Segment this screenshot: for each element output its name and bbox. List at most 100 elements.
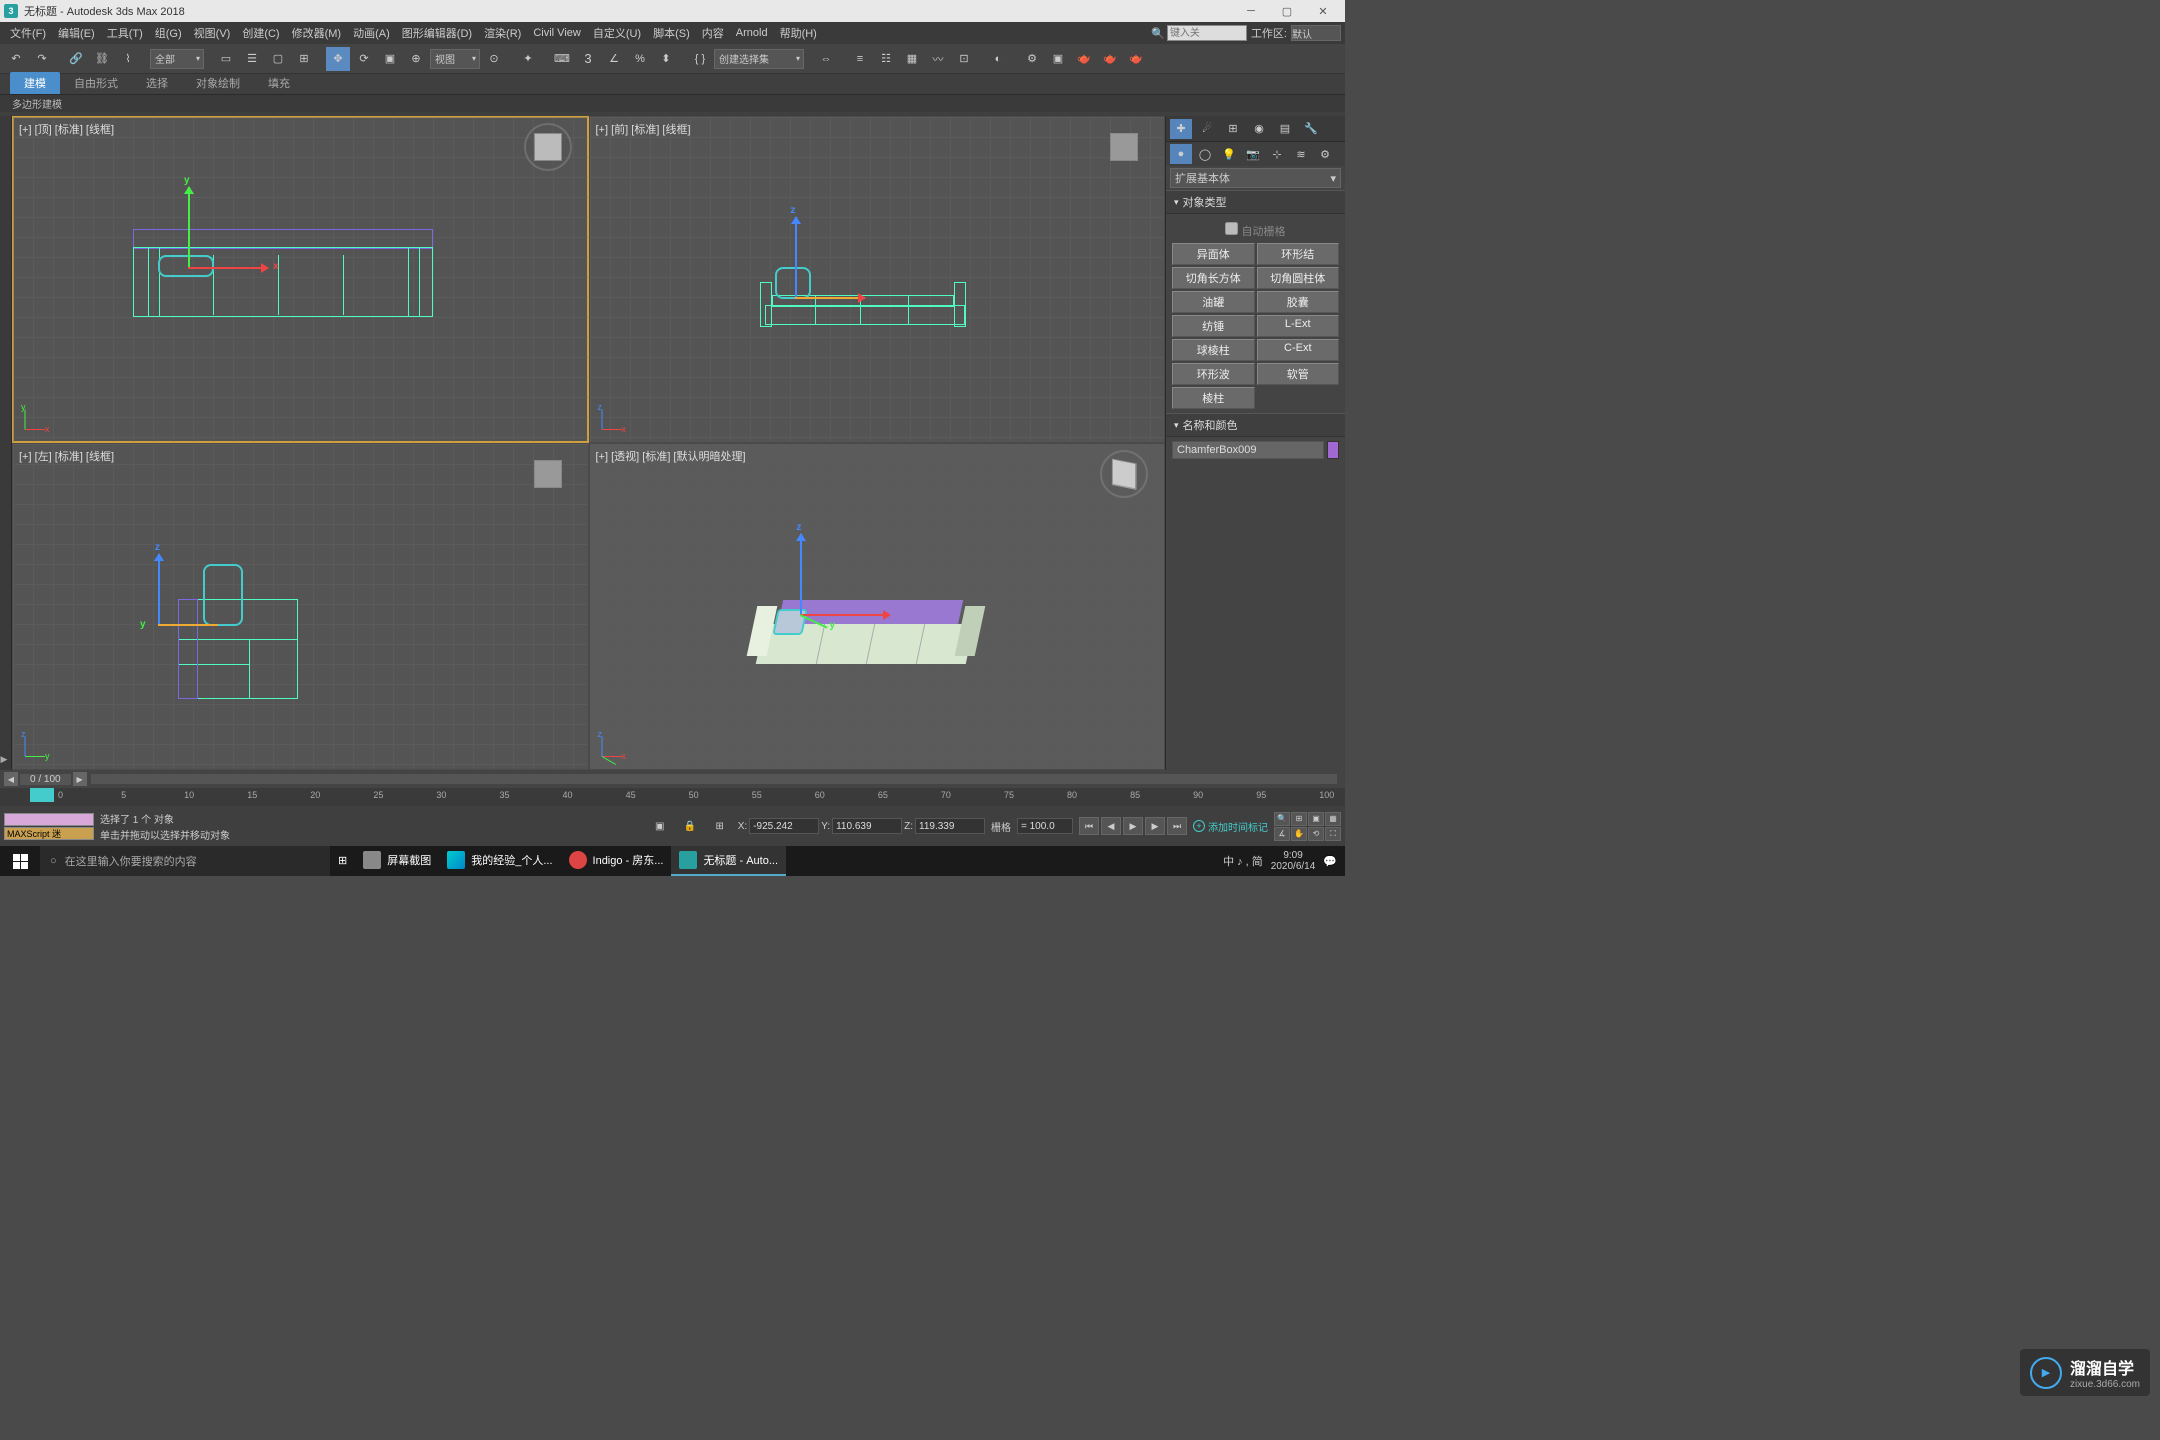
keyboard-shortcut-button[interactable]: ⌨ bbox=[550, 47, 574, 71]
btn-chamfercyl[interactable]: 切角圆柱体 bbox=[1257, 267, 1340, 289]
ref-coord-dropdown[interactable]: 视图 bbox=[430, 49, 480, 69]
viewcube-front[interactable] bbox=[1104, 127, 1144, 167]
zoom-extents-button[interactable]: ▣ bbox=[1308, 812, 1324, 826]
selection-lock-button[interactable]: 🔒 bbox=[678, 814, 702, 838]
menu-animation[interactable]: 动画(A) bbox=[347, 23, 396, 43]
menu-arnold[interactable]: Arnold bbox=[730, 25, 774, 41]
cp-tab-hierarchy[interactable]: ⊞ bbox=[1222, 119, 1244, 139]
start-button[interactable] bbox=[0, 846, 40, 876]
render-iterative-button[interactable]: 🫖 bbox=[1098, 47, 1122, 71]
rendered-frame-button[interactable]: ▣ bbox=[1046, 47, 1070, 71]
viewport-front[interactable]: [+] [前] [标准] [线框] z xz bbox=[590, 117, 1165, 442]
add-time-tag-button[interactable]: + 添加时间标记 bbox=[1193, 819, 1268, 834]
cp-object-name-input[interactable] bbox=[1172, 441, 1324, 459]
menu-views[interactable]: 视图(V) bbox=[188, 23, 237, 43]
ribbon-tab-modeling[interactable]: 建模 bbox=[10, 72, 60, 94]
btn-hedra[interactable]: 异面体 bbox=[1172, 243, 1255, 265]
viewport-label-top[interactable]: [+] [顶] [标准] [线框] bbox=[19, 121, 114, 137]
viewport-label-perspective[interactable]: [+] [透视] [标准] [默认明暗处理] bbox=[596, 448, 746, 464]
render-activeshade-button[interactable]: 🫖 bbox=[1124, 47, 1148, 71]
next-frame-button[interactable]: ▶ bbox=[1145, 817, 1165, 835]
scale-button[interactable]: ▣ bbox=[378, 47, 402, 71]
time-ruler[interactable]: 0510152025303540455055606570758085909510… bbox=[0, 788, 1345, 806]
use-pivot-button[interactable]: ⊙ bbox=[482, 47, 506, 71]
cp-rollout-name-color[interactable]: 名称和颜色 bbox=[1166, 413, 1345, 437]
render-setup-button[interactable]: ⚙ bbox=[1020, 47, 1044, 71]
menu-help[interactable]: 帮助(H) bbox=[774, 23, 823, 43]
menu-content[interactable]: 内容 bbox=[696, 23, 730, 43]
schematic-view-button[interactable]: ⊡ bbox=[952, 47, 976, 71]
close-button[interactable]: ✕ bbox=[1305, 0, 1341, 22]
angle-snap-button[interactable]: ∠ bbox=[602, 47, 626, 71]
redo-button[interactable]: ↷ bbox=[30, 47, 54, 71]
taskbar-edge[interactable]: 我的经验_个人... bbox=[439, 846, 560, 876]
edit-selection-set-button[interactable]: { } bbox=[688, 47, 712, 71]
cp-sub-spacewarps[interactable]: ≋ bbox=[1290, 144, 1312, 164]
tray-notifications-icon[interactable]: 💬 bbox=[1323, 855, 1337, 868]
rotate-button[interactable]: ⟳ bbox=[352, 47, 376, 71]
cp-sub-cameras[interactable]: 📷 bbox=[1242, 144, 1264, 164]
unlink-button[interactable]: ⛓ bbox=[90, 47, 114, 71]
workspace-dropdown[interactable]: 默认 bbox=[1291, 25, 1341, 41]
cp-tab-create[interactable]: ✚ bbox=[1170, 119, 1192, 139]
goto-start-button[interactable]: ⏮ bbox=[1079, 817, 1099, 835]
bind-spacewarp-button[interactable]: ⌇ bbox=[116, 47, 140, 71]
move-button[interactable]: ✥ bbox=[326, 47, 350, 71]
viewport-top[interactable]: [+] [顶] [标准] [线框] x y xy bbox=[13, 117, 588, 442]
taskbar-search[interactable]: ○ 在这里输入你要搜索的内容 bbox=[40, 846, 330, 876]
coord-x-input[interactable]: -925.242 bbox=[749, 818, 819, 834]
pan-button[interactable]: ✋ bbox=[1291, 827, 1307, 841]
orbit-button[interactable]: ⟲ bbox=[1308, 827, 1324, 841]
coord-y-input[interactable]: 110.639 bbox=[832, 818, 902, 834]
btn-capsule[interactable]: 胶囊 bbox=[1257, 291, 1340, 313]
layers-button[interactable]: ☷ bbox=[874, 47, 898, 71]
undo-button[interactable]: ↶ bbox=[4, 47, 28, 71]
menu-edit[interactable]: 编辑(E) bbox=[52, 23, 101, 43]
viewcube-left[interactable] bbox=[528, 454, 568, 494]
menu-file[interactable]: 文件(F) bbox=[4, 23, 52, 43]
zoom-button[interactable]: 🔍 bbox=[1274, 812, 1290, 826]
selection-filter-dropdown[interactable]: 全部 bbox=[150, 49, 204, 69]
cp-tab-motion[interactable]: ◉ bbox=[1248, 119, 1270, 139]
time-ruler-handle[interactable] bbox=[30, 788, 54, 802]
menu-customize[interactable]: 自定义(U) bbox=[587, 23, 647, 43]
menu-scripting[interactable]: 脚本(S) bbox=[647, 23, 696, 43]
cp-category-dropdown[interactable]: 扩展基本体 bbox=[1170, 168, 1341, 188]
taskbar-task-view[interactable]: ⊞ bbox=[330, 846, 355, 876]
zoom-extents-all-button[interactable]: ▦ bbox=[1325, 812, 1341, 826]
btn-l-ext[interactable]: L-Ext bbox=[1257, 315, 1340, 337]
toggle-ribbon-button[interactable]: ▦ bbox=[900, 47, 924, 71]
coord-z-input[interactable]: 119.339 bbox=[915, 818, 985, 834]
cp-tab-utilities[interactable]: 🔧 bbox=[1300, 119, 1322, 139]
ribbon-group-label[interactable]: 多边形建模 bbox=[12, 96, 62, 111]
viewport-label-left[interactable]: [+] [左] [标准] [线框] bbox=[19, 448, 114, 464]
taskbar-indigo[interactable]: Indigo - 房东... bbox=[561, 846, 672, 876]
play-script-icon[interactable]: ▶ bbox=[1, 754, 11, 764]
play-button[interactable]: ▶ bbox=[1123, 817, 1143, 835]
btn-ringwave[interactable]: 环形波 bbox=[1172, 363, 1255, 385]
btn-gengon[interactable]: 球棱柱 bbox=[1172, 339, 1255, 361]
ribbon-tab-selection[interactable]: 选择 bbox=[132, 72, 182, 94]
taskbar-3dsmax[interactable]: 无标题 - Auto... bbox=[671, 846, 786, 876]
cp-object-color-swatch[interactable] bbox=[1327, 441, 1339, 459]
spinner-snap-button[interactable]: ⬍ bbox=[654, 47, 678, 71]
cp-sub-geometry[interactable]: ● bbox=[1170, 144, 1192, 164]
percent-snap-button[interactable]: % bbox=[628, 47, 652, 71]
status-tag-input[interactable] bbox=[4, 813, 94, 826]
select-region-button[interactable]: ▢ bbox=[266, 47, 290, 71]
menu-group[interactable]: 组(G) bbox=[149, 23, 188, 43]
cp-tab-modify[interactable]: ☄ bbox=[1196, 119, 1218, 139]
link-button[interactable]: 🔗 bbox=[64, 47, 88, 71]
time-frame-display[interactable]: 0 / 100 bbox=[20, 774, 71, 785]
btn-prism[interactable]: 棱柱 bbox=[1172, 387, 1255, 409]
ribbon-tab-object-paint[interactable]: 对象绘制 bbox=[182, 72, 254, 94]
maximize-button[interactable]: ▢ bbox=[1269, 0, 1305, 22]
goto-end-button[interactable]: ⏭ bbox=[1167, 817, 1187, 835]
material-editor-button[interactable]: ◐ bbox=[986, 47, 1010, 71]
btn-torus-knot[interactable]: 环形结 bbox=[1257, 243, 1340, 265]
window-crossing-button[interactable]: ⊞ bbox=[292, 47, 316, 71]
viewport-left[interactable]: [+] [左] [标准] [线框] y z y z bbox=[13, 444, 588, 769]
cp-autogrid-checkbox[interactable] bbox=[1225, 222, 1238, 235]
viewport-label-front[interactable]: [+] [前] [标准] [线框] bbox=[596, 121, 691, 137]
menu-rendering[interactable]: 渲染(R) bbox=[478, 23, 527, 43]
